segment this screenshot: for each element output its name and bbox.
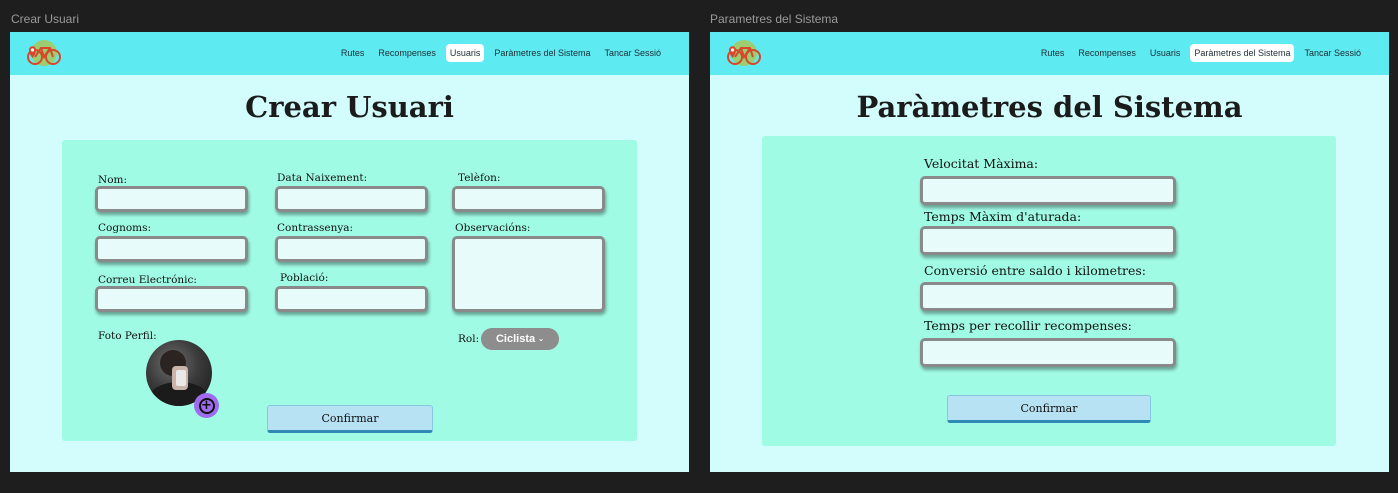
page-title: Crear Usuari (245, 90, 454, 124)
temps-maxim-aturada-input[interactable] (920, 226, 1176, 255)
temps-recollir-label: Temps per recollir recompenses: (924, 318, 1132, 333)
observacions-textarea[interactable] (452, 236, 605, 312)
navbar: Rutes Recompenses Usuaris Paràmetres del… (710, 32, 1389, 75)
confirm-button[interactable]: Confirmar (267, 405, 433, 433)
nav-item-tancar-sessio[interactable]: Tancar Sessió (600, 44, 665, 62)
temps-recollir-input[interactable] (920, 338, 1176, 367)
chevron-down-icon: ⌄ (538, 336, 544, 343)
conversio-saldo-label: Conversió entre saldo i kilometres: (924, 263, 1147, 278)
nav-item-usuaris[interactable]: Usuaris (1146, 44, 1185, 62)
frame-label-crear-usuari: Crear Usuari (11, 12, 80, 26)
rol-select[interactable]: Ciclista ⌄ (481, 328, 559, 350)
nom-input[interactable] (95, 186, 248, 212)
temps-maxim-aturada-label: Temps Màxim d'aturada: (924, 209, 1082, 224)
poblacio-input[interactable] (275, 286, 428, 312)
data-naixement-label: Data Naixement: (277, 172, 368, 184)
bicycle-logo-icon[interactable] (724, 38, 764, 70)
poblacio-label: Població: (280, 272, 329, 284)
nav-item-parametres[interactable]: Paràmetres del Sistema (1190, 44, 1295, 62)
data-naixement-input[interactable] (275, 186, 428, 212)
nav-item-parametres[interactable]: Paràmetres del Sistema (490, 44, 594, 62)
frame-label-parametres: Parametres del Sistema (710, 12, 839, 26)
nav-item-rutes[interactable]: Rutes (1037, 44, 1069, 62)
correu-input[interactable] (95, 286, 248, 312)
observacions-label: Observacións: (455, 222, 531, 234)
form-panel: Nom: Cognoms: Correu Electrónic: Data Na… (62, 140, 637, 441)
contrassenya-input[interactable] (275, 236, 428, 262)
contrassenya-label: Contrassenya: (277, 222, 354, 234)
page-title: Paràmetres del Sistema (856, 90, 1243, 124)
velocitat-maxima-label: Velocitat Màxima: (924, 156, 1039, 171)
navbar: Rutes Recompenses Usuaris Paràmetres del… (10, 32, 689, 75)
conversio-saldo-input[interactable] (920, 282, 1176, 311)
cognoms-input[interactable] (95, 236, 248, 262)
rol-select-value: Ciclista (495, 333, 536, 345)
nav-item-recompenses[interactable]: Recompenses (374, 44, 440, 62)
telefon-input[interactable] (452, 186, 605, 212)
nav-item-usuaris[interactable]: Usuaris (445, 44, 485, 62)
rol-label: Rol: (458, 333, 480, 345)
nav-item-tancar-sessio[interactable]: Tancar Sessió (1300, 44, 1365, 62)
nav-links: Rutes Recompenses Usuaris Paràmetres del… (1037, 44, 1365, 62)
plus-circle-icon: + (198, 397, 215, 414)
nav-links: Rutes Recompenses Usuaris Paràmetres del… (337, 44, 665, 62)
velocitat-maxima-input[interactable] (920, 176, 1176, 205)
cognoms-label: Cognoms: (98, 222, 152, 234)
add-photo-button[interactable]: + (194, 393, 219, 418)
params-panel: Velocitat Màxima: Temps Màxim d'aturada:… (762, 136, 1336, 446)
foto-perfil-label: Foto Perfil: (98, 330, 157, 342)
confirm-button[interactable]: Confirmar (947, 395, 1151, 423)
nav-item-recompenses[interactable]: Recompenses (1074, 44, 1140, 62)
avatar-phone (176, 370, 186, 386)
telefon-label: Telèfon: (458, 172, 501, 184)
nom-label: Nom: (98, 174, 128, 186)
crear-usuari-frame: Rutes Recompenses Usuaris Paràmetres del… (10, 32, 689, 472)
bicycle-logo-icon[interactable] (24, 38, 64, 70)
correu-label: Correu Electrónic: (98, 274, 197, 286)
parametres-frame: Rutes Recompenses Usuaris Paràmetres del… (710, 32, 1389, 472)
nav-item-rutes[interactable]: Rutes (337, 44, 369, 62)
